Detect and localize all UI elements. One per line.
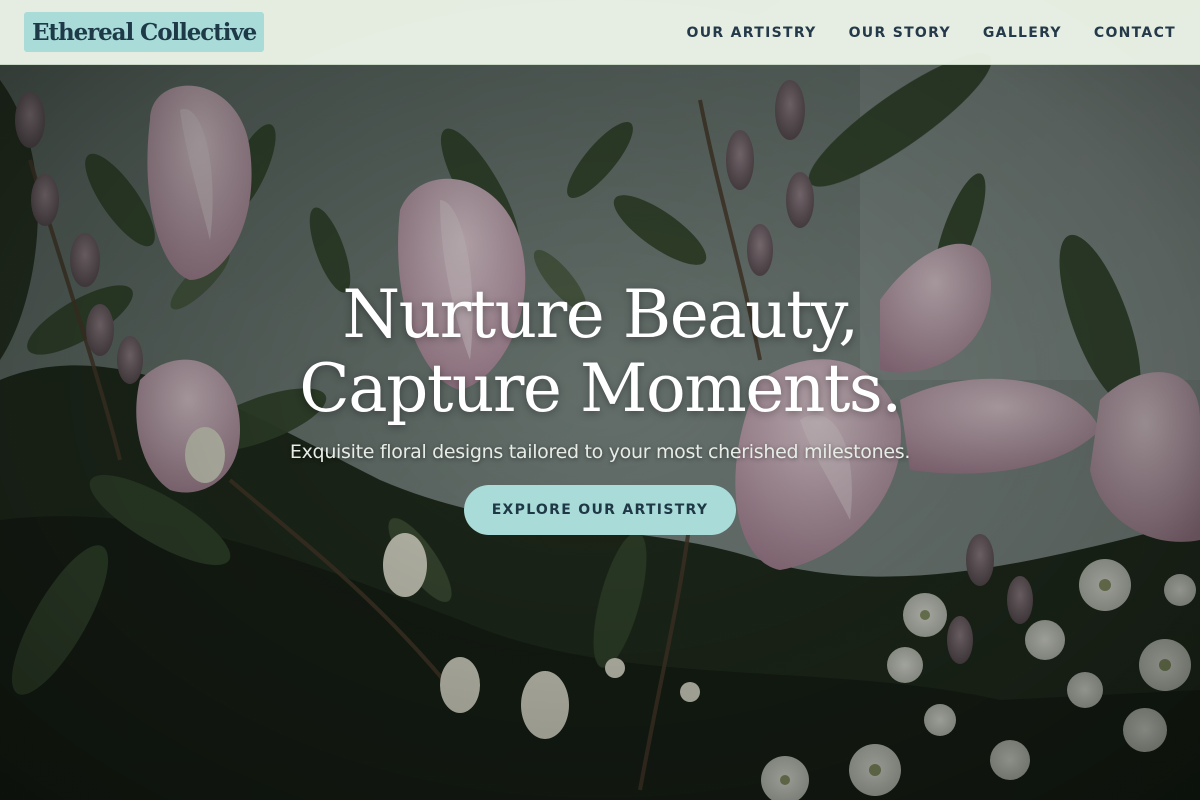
hero-section: Nurture Beauty, Capture Moments. Exquisi…	[0, 278, 1200, 464]
nav-link-contact[interactable]: CONTACT	[1094, 25, 1176, 41]
hero-title-line-1: Nurture Beauty,	[342, 276, 859, 353]
hero-title: Nurture Beauty, Capture Moments.	[0, 278, 1200, 426]
hero-subtitle: Exquisite floral designs tailored to you…	[289, 441, 911, 463]
hero-title-line-2: Capture Moments.	[299, 350, 902, 427]
explore-artistry-button[interactable]: EXPLORE OUR ARTISTRY	[464, 485, 736, 535]
nav-link-gallery[interactable]: GALLERY	[983, 25, 1062, 41]
nav-link-our-story[interactable]: OUR STORY	[849, 25, 951, 41]
nav-link-our-artistry[interactable]: OUR ARTISTRY	[687, 25, 817, 41]
main-nav: OUR ARTISTRY OUR STORY GALLERY CONTACT	[687, 0, 1176, 65]
site-header: Ethereal Collective OUR ARTISTRY OUR STO…	[0, 0, 1200, 65]
brand-logo[interactable]: Ethereal Collective	[24, 12, 265, 52]
